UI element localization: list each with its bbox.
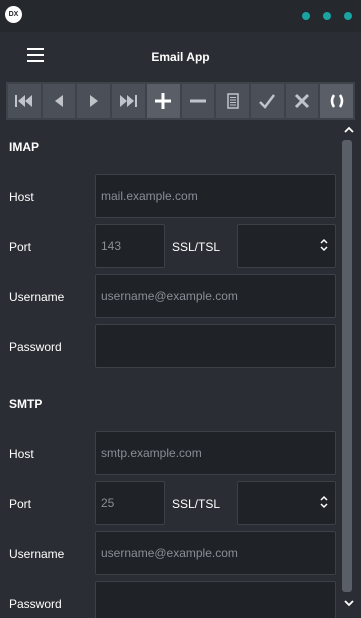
imap-ssl-label: SSL/TSL [172,240,221,254]
last-record-button[interactable] [112,84,145,118]
vertical-scrollbar[interactable] [337,122,361,618]
app-logo-icon: DX [5,6,22,23]
edit-button[interactable] [216,84,249,118]
previous-record-button[interactable] [42,84,76,118]
imap-password-label: Password [9,340,62,354]
smtp-port-placeholder: 25 [101,496,115,510]
document-icon [226,93,239,109]
remove-button[interactable] [181,84,215,118]
apply-button[interactable] [250,84,284,118]
smtp-username-placeholder: username@example.com [101,546,238,560]
imap-username-placeholder: username@example.com [101,289,238,303]
window-dot-icon[interactable] [323,12,331,20]
scroll-down-arrow-icon[interactable] [343,598,355,608]
title-bar: DX [0,0,361,32]
imap-ssl-select[interactable] [237,224,336,268]
refresh-icon [330,94,343,108]
smtp-host-placeholder: smtp.example.com [101,446,202,460]
imap-host-label: Host [9,190,34,204]
form-content: IMAP Host mail.example.com Port 143 SSL/… [0,122,337,618]
skip-last-icon [120,95,138,107]
plus-icon [155,93,172,109]
window-dot-icon[interactable] [302,12,310,20]
smtp-username-label: Username [9,547,65,561]
navigator-toolbar [6,82,355,120]
imap-password-input[interactable] [95,324,336,368]
window-dots [302,12,352,20]
smtp-host-input[interactable]: smtp.example.com [95,431,336,475]
imap-username-label: Username [9,290,65,304]
window-dot-icon[interactable] [344,12,352,20]
skip-first-icon [15,95,33,107]
imap-port-placeholder: 143 [101,239,122,253]
chevron-up-down-icon [320,238,328,252]
chevron-up-down-icon [320,495,328,509]
imap-port-input[interactable]: 143 [95,224,165,268]
check-icon [259,94,276,109]
chevron-left-icon [55,95,64,107]
smtp-port-input[interactable]: 25 [95,481,165,525]
imap-host-input[interactable]: mail.example.com [95,174,336,218]
next-record-button[interactable] [77,84,111,118]
first-record-button[interactable] [8,84,41,118]
add-button[interactable] [146,84,180,118]
smtp-ssl-label: SSL/TSL [172,497,221,511]
chevron-right-icon [89,95,98,107]
imap-username-input[interactable]: username@example.com [95,274,336,318]
imap-host-placeholder: mail.example.com [101,189,198,203]
smtp-ssl-select[interactable] [237,481,336,525]
smtp-host-label: Host [9,447,34,461]
smtp-username-input[interactable]: username@example.com [95,531,336,575]
smtp-password-input[interactable] [95,581,336,618]
imap-port-label: Port [9,240,32,254]
scroll-up-arrow-icon[interactable] [343,125,355,135]
smtp-section-title: SMTP [9,397,43,411]
minus-icon [189,99,206,103]
scrollbar-thumb[interactable] [342,140,352,592]
smtp-password-label: Password [9,597,62,611]
refresh-button[interactable] [320,84,354,118]
cancel-button[interactable] [285,84,319,118]
imap-section-title: IMAP [9,140,39,154]
page-title: Email App [151,50,210,64]
smtp-port-label: Port [9,497,32,511]
x-icon [294,93,310,109]
